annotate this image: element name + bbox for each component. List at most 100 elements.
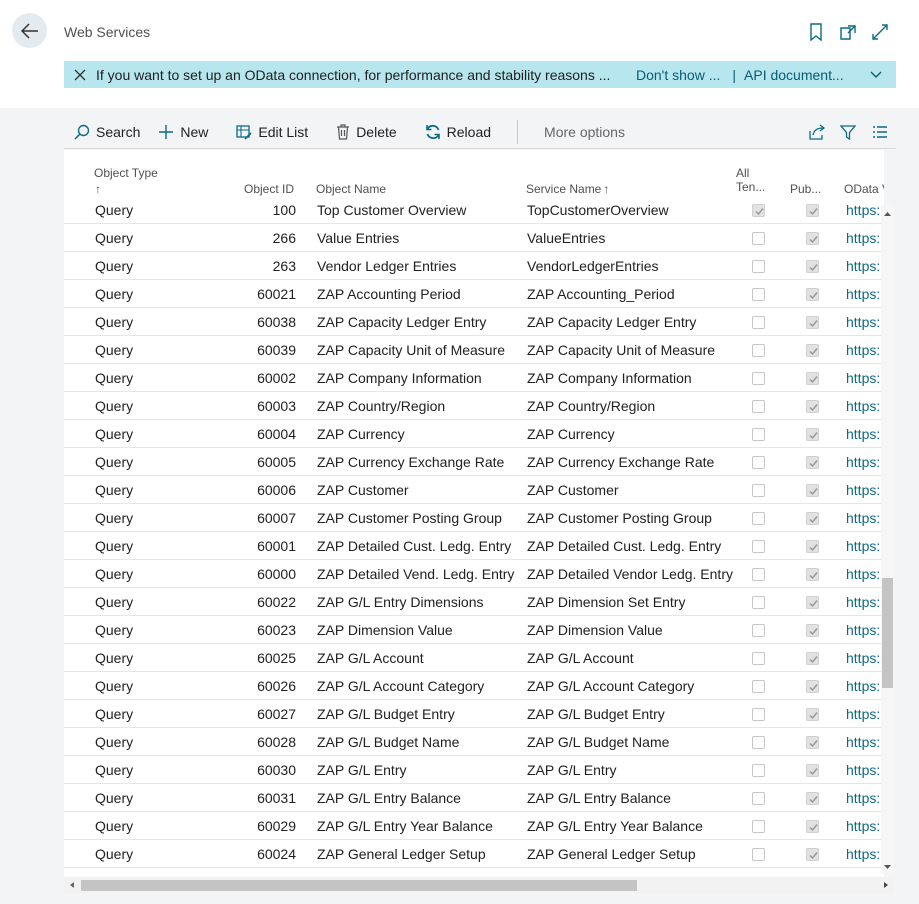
table-row[interactable]: Query 100 Top Customer Overview TopCustomer… (64, 196, 884, 224)
published-checkbox[interactable] (806, 708, 819, 721)
expand-icon[interactable] (871, 23, 889, 41)
odata-url-link[interactable]: https: (846, 364, 884, 392)
share-button[interactable] (808, 118, 826, 146)
back-button[interactable] (12, 13, 47, 48)
published-checkbox[interactable] (806, 204, 819, 217)
reload-button[interactable]: Reload (425, 118, 491, 146)
published-checkbox[interactable] (806, 484, 819, 497)
odata-url-link[interactable]: https: (846, 840, 884, 868)
published-checkbox[interactable] (806, 736, 819, 749)
filter-button[interactable] (840, 118, 856, 146)
table-row[interactable]: Query 60003 ZAP Country/Region ZAP Country/… (64, 392, 884, 420)
table-row[interactable]: Query 60027 ZAP G/L Budget Entry ZAP G/L Bu… (64, 700, 884, 728)
table-row[interactable]: Query 266 Value Entries ValueEntries https: (64, 224, 884, 252)
table-row[interactable]: Query 60038 ZAP Capacity Ledger Entry ZAP C… (64, 308, 884, 336)
service-name-cell[interactable]: ZAP G/L Entry Balance (527, 784, 737, 812)
service-name-cell[interactable]: ZAP General Ledger Setup (527, 840, 737, 868)
odata-url-link[interactable]: https: (846, 252, 884, 280)
service-name-cell[interactable]: ZAP Currency Exchange Rate (527, 448, 737, 476)
published-checkbox[interactable] (806, 400, 819, 413)
all-tenants-checkbox[interactable] (752, 680, 765, 693)
service-name-cell[interactable]: ZAP G/L Account Category (527, 672, 737, 700)
odata-url-link[interactable]: https: (846, 672, 884, 700)
service-name-cell[interactable]: ZAP Currency (527, 420, 737, 448)
odata-url-link[interactable]: https: (846, 420, 884, 448)
all-tenants-checkbox[interactable] (752, 232, 765, 245)
service-name-cell[interactable]: ZAP Country/Region (527, 392, 737, 420)
service-name-cell[interactable]: ZAP Dimension Set Entry (527, 588, 737, 616)
odata-url-link[interactable]: https: (846, 336, 884, 364)
service-name-cell[interactable]: ZAP G/L Account (527, 644, 737, 672)
odata-url-link[interactable]: https: (846, 504, 884, 532)
edit-list-button[interactable]: Edit List (236, 118, 308, 146)
odata-url-link[interactable]: https: (846, 784, 884, 812)
odata-url-link[interactable]: https: (846, 616, 884, 644)
chevron-down-icon[interactable] (870, 71, 882, 79)
table-row[interactable]: Query 60030 ZAP G/L Entry ZAP G/L Entry http… (64, 756, 884, 784)
published-checkbox[interactable] (806, 288, 819, 301)
service-name-cell[interactable]: ZAP G/L Entry Year Balance (527, 812, 737, 840)
published-checkbox[interactable] (806, 764, 819, 777)
api-documentation-link[interactable]: API document... (744, 67, 844, 83)
published-checkbox[interactable] (806, 568, 819, 581)
odata-url-link[interactable]: https: (846, 280, 884, 308)
all-tenants-checkbox[interactable] (752, 596, 765, 609)
all-tenants-checkbox[interactable] (752, 204, 765, 217)
odata-url-link[interactable]: https: (846, 224, 884, 252)
table-row[interactable]: Query 60023 ZAP Dimension Value ZAP Dimensi… (64, 616, 884, 644)
scroll-up-arrow-icon[interactable] (881, 208, 894, 220)
published-checkbox[interactable] (806, 848, 819, 861)
odata-url-link[interactable]: https: (846, 588, 884, 616)
all-tenants-checkbox[interactable] (752, 764, 765, 777)
table-row[interactable]: Query 60007 ZAP Customer Posting Group ZAP … (64, 504, 884, 532)
published-checkbox[interactable] (806, 428, 819, 441)
table-row[interactable]: Query 60004 ZAP Currency ZAP Currency https: (64, 420, 884, 448)
odata-url-link[interactable]: https: (846, 392, 884, 420)
odata-url-link[interactable]: https: (846, 196, 884, 224)
more-options-button[interactable]: More options (544, 118, 625, 146)
published-checkbox[interactable] (806, 372, 819, 385)
column-header-object-id[interactable]: Object ID (244, 182, 294, 196)
scroll-left-arrow-icon[interactable] (66, 877, 78, 893)
all-tenants-checkbox[interactable] (752, 736, 765, 749)
all-tenants-checkbox[interactable] (752, 652, 765, 665)
all-tenants-checkbox[interactable] (752, 456, 765, 469)
table-row[interactable]: Query 263 Vendor Ledger Entries VendorLedge… (64, 252, 884, 280)
all-tenants-checkbox[interactable] (752, 428, 765, 441)
all-tenants-checkbox[interactable] (752, 344, 765, 357)
service-name-cell[interactable]: ZAP Dimension Value (527, 616, 737, 644)
all-tenants-checkbox[interactable] (752, 400, 765, 413)
vertical-scrollbar[interactable] (881, 205, 894, 873)
service-name-cell[interactable]: ZAP Accounting_Period (527, 280, 737, 308)
service-name-cell[interactable]: ZAP Company Information (527, 364, 737, 392)
all-tenants-checkbox[interactable] (752, 512, 765, 525)
service-name-cell[interactable]: ZAP Capacity Ledger Entry (527, 308, 737, 336)
published-checkbox[interactable] (806, 316, 819, 329)
table-row[interactable]: Query 60039 ZAP Capacity Unit of Measure ZA… (64, 336, 884, 364)
all-tenants-checkbox[interactable] (752, 708, 765, 721)
table-row[interactable]: Query 60026 ZAP G/L Account Category ZAP G/… (64, 672, 884, 700)
all-tenants-checkbox[interactable] (752, 820, 765, 833)
scroll-right-arrow-icon[interactable] (880, 877, 892, 893)
table-row[interactable]: Query 60025 ZAP G/L Account ZAP G/L Account… (64, 644, 884, 672)
scroll-down-arrow-icon[interactable] (881, 861, 894, 873)
odata-url-link[interactable]: https: (846, 560, 884, 588)
all-tenants-checkbox[interactable] (752, 624, 765, 637)
all-tenants-checkbox[interactable] (752, 288, 765, 301)
table-row[interactable]: Query 60002 ZAP Company Information ZAP Com… (64, 364, 884, 392)
all-tenants-checkbox[interactable] (752, 792, 765, 805)
column-header-service-name[interactable]: Service Name ↑ (526, 182, 609, 196)
service-name-cell[interactable]: VendorLedgerEntries (527, 252, 737, 280)
all-tenants-checkbox[interactable] (752, 484, 765, 497)
odata-url-link[interactable]: https: (846, 728, 884, 756)
odata-url-link[interactable]: https: (846, 308, 884, 336)
table-row[interactable]: Query 60021 ZAP Accounting Period ZAP Accou… (64, 280, 884, 308)
published-checkbox[interactable] (806, 792, 819, 805)
service-name-cell[interactable]: ZAP G/L Budget Entry (527, 700, 737, 728)
published-checkbox[interactable] (806, 652, 819, 665)
column-header-odata-v4-url[interactable]: OData V4 (844, 182, 884, 196)
published-checkbox[interactable] (806, 820, 819, 833)
table-row[interactable]: Query 60028 ZAP G/L Budget Name ZAP G/L Bud… (64, 728, 884, 756)
bookmark-icon[interactable] (808, 23, 826, 42)
service-name-cell[interactable]: ZAP Customer Posting Group (527, 504, 737, 532)
